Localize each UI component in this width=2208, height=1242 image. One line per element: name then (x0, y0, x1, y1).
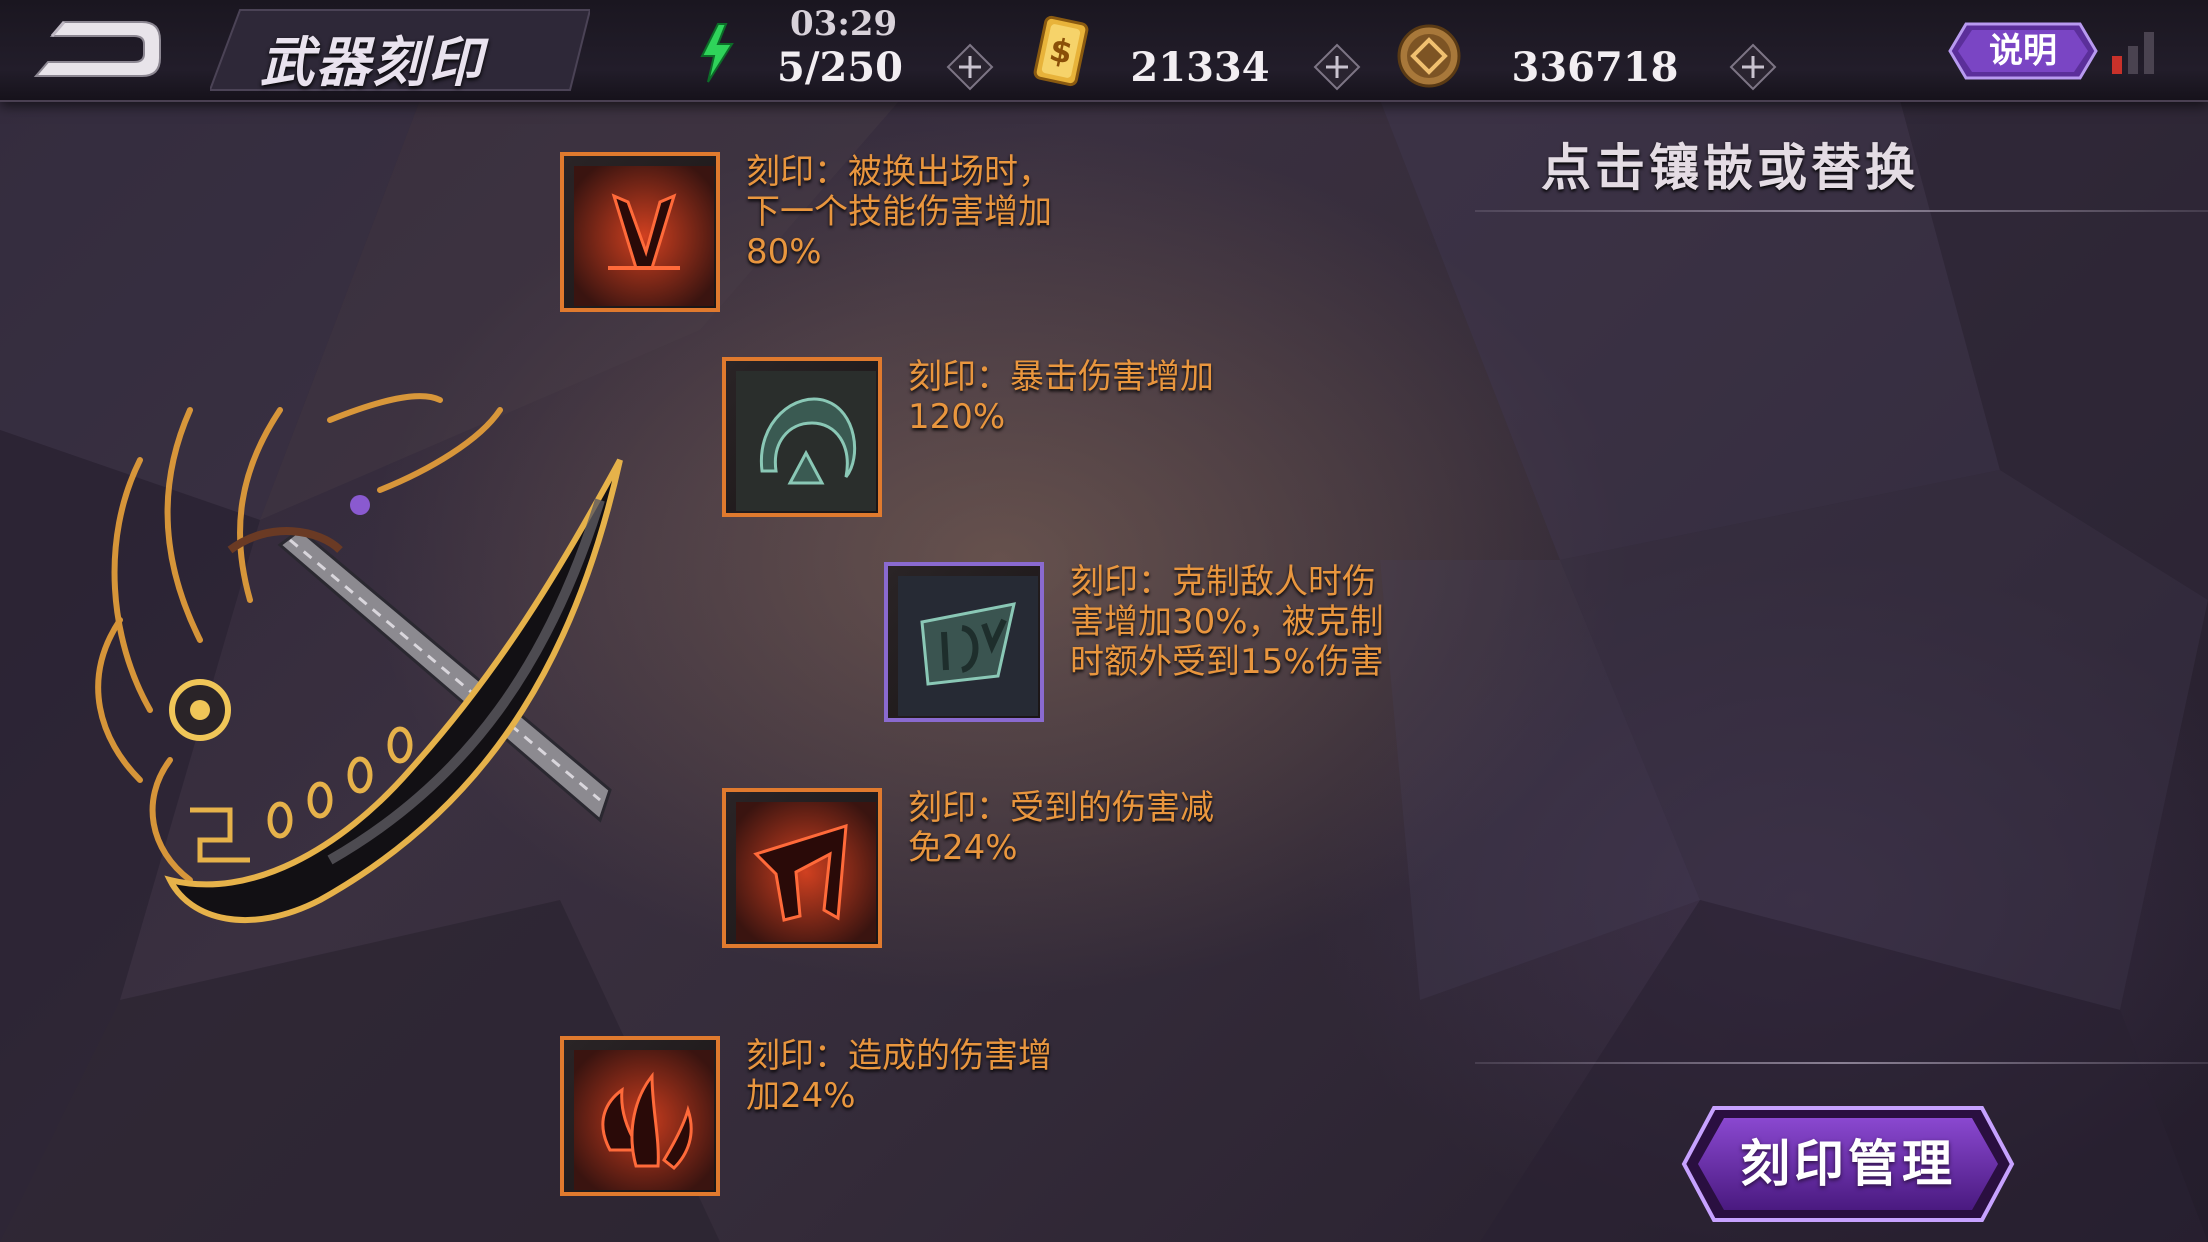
panel-divider-bottom (1475, 1062, 2208, 1064)
inscription-desc-2: 刻印：暴击伤害增加 120% (908, 357, 1214, 437)
inscription-manage-button[interactable]: 刻印管理 (1680, 1104, 2016, 1224)
red-claw-rune-icon (736, 802, 876, 942)
inscription-slot-3[interactable] (884, 562, 1044, 722)
inscription-slot-1[interactable] (560, 152, 720, 312)
red-horns-rune-icon (574, 166, 714, 306)
inscription-slot-2[interactable] (722, 357, 882, 517)
inscription-desc-5: 刻印：造成的伤害增 加24% (746, 1036, 1052, 1116)
help-button[interactable]: 说明 (1948, 20, 2098, 82)
teal-shield-rune-icon (898, 576, 1038, 716)
lightning-energy-icon (700, 23, 734, 83)
inscription-slot-5[interactable] (560, 1036, 720, 1196)
top-bar: 武器刻印 03:29 5/250 $ 21334 336718 说明 (0, 0, 2208, 102)
plus-icon (1313, 43, 1361, 91)
socket-hint-title: 点击镶嵌或替换 (1541, 139, 1919, 197)
red-flame-rune-icon (574, 1050, 714, 1190)
token-counter: 336718 (1511, 44, 1679, 91)
inscription-desc-4: 刻印：受到的伤害减 免24% (908, 788, 1214, 868)
inscription-desc-3: 刻印：克制敌人时伤 害增加30%，被克制 时额外受到15%伤害 (1070, 562, 1384, 682)
gold-coin-card-icon: $ (1033, 15, 1089, 87)
coin-counter: 21334 (1130, 44, 1270, 91)
page-title: 武器刻印 (260, 31, 484, 94)
add-tokens-button[interactable] (1728, 42, 1778, 92)
teal-crescent-rune-icon (736, 371, 876, 511)
weapon-scythe-illustration (95, 393, 623, 923)
manage-button-label: 刻印管理 (1740, 1135, 1956, 1193)
add-energy-button[interactable] (945, 42, 995, 92)
bronze-token-icon (1397, 24, 1461, 88)
back-button[interactable] (30, 14, 170, 90)
panel-divider-top (1475, 210, 2208, 212)
inscription-desc-1: 刻印：被换出场时， 下一个技能伤害增加 80% (746, 152, 1052, 272)
game-screen: 武器刻印 03:29 5/250 $ 21334 336718 说明 刻印：被换… (0, 0, 2208, 1242)
clock-time: 03:29 (790, 4, 898, 44)
inscription-slot-4[interactable] (722, 788, 882, 948)
help-label: 说明 (1989, 31, 2057, 71)
add-coins-button[interactable] (1312, 42, 1362, 92)
plus-icon (946, 43, 994, 91)
signal-strength-icon (2112, 32, 2154, 74)
back-arrow-icon (33, 21, 161, 77)
plus-icon (1729, 43, 1777, 91)
energy-counter: 5/250 (777, 44, 903, 91)
